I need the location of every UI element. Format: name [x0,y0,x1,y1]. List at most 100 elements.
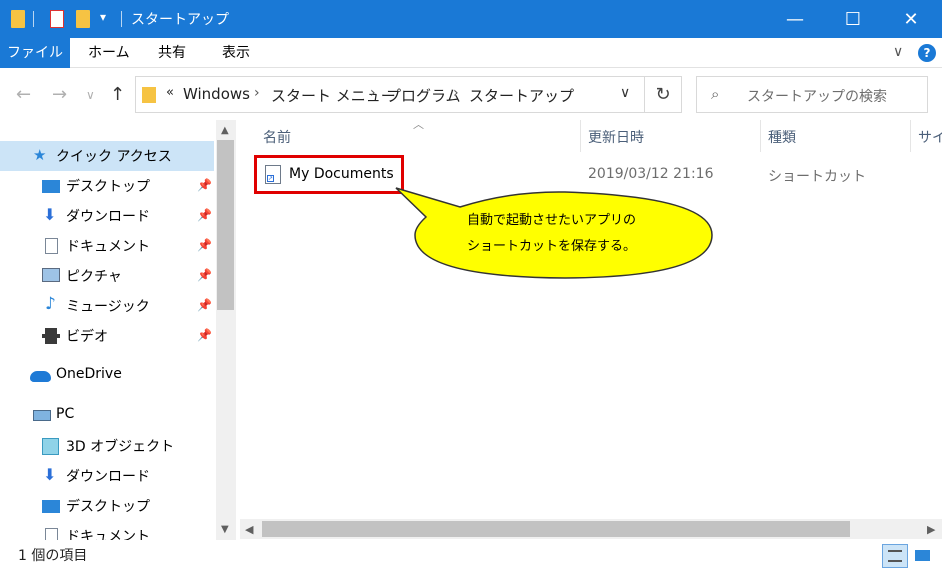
star-icon: ★ [33,146,47,164]
column-divider[interactable] [910,120,911,152]
nav-label: ドキュメント [66,239,150,255]
nav-label: デスクトップ [66,499,150,515]
pin-icon[interactable]: 📌 [197,178,212,192]
scroll-left-arrow[interactable]: ◀ [245,523,253,536]
qat-dropdown-icon[interactable]: ▾ [100,10,106,24]
breadcrumb-windows[interactable]: Windows [183,85,250,103]
desktop-icon [42,180,60,193]
download-icon: ⬇ [43,205,57,224]
nav-label: ダウンロード [66,209,150,225]
nav-label: デスクトップ [66,179,150,195]
pin-icon[interactable]: 📌 [197,328,212,342]
up-button[interactable]: ↑ [110,84,125,105]
folder-icon [11,10,25,28]
column-header-type[interactable]: 種類 [768,127,796,147]
back-button[interactable]: ← [16,84,31,105]
breadcrumb-separator[interactable]: › [254,85,260,101]
nav-label: OneDrive [56,366,122,382]
scroll-right-arrow[interactable]: ▶ [927,523,935,536]
nav-item-3d-objects[interactable]: 3D オブジェクト [0,431,214,461]
nav-label: ピクチャ [66,269,122,285]
column-header-modified[interactable]: 更新日時 [588,127,644,147]
file-type: ショートカット [768,169,866,185]
breadcrumb-start-menu[interactable]: スタート メニュー [271,85,396,106]
desktop-icon [42,500,60,513]
horizontal-scroll-thumb[interactable] [262,521,850,537]
document-icon [45,238,58,254]
callout-line-1: 自動で起動させたいアプリの [467,213,637,228]
3d-objects-icon [42,438,59,455]
computer-icon [33,410,51,421]
nav-item-music[interactable]: ♪ ミュージック 📌 [0,291,214,321]
ribbon-expand-icon[interactable]: ∨ [893,44,903,60]
breadcrumb-overflow[interactable]: « [166,85,174,100]
breadcrumb-separator[interactable]: › [370,85,376,101]
scroll-up-arrow[interactable]: ▲ [221,125,229,136]
column-header-name[interactable]: 名前 [263,127,291,147]
column-divider[interactable] [760,120,761,152]
nav-item-downloads[interactable]: ⬇ ダウンロード 📌 [0,201,214,231]
nav-label: ドキュメント [66,529,150,540]
search-placeholder: スタートアップの検索 [747,89,887,105]
nav-item-desktop-pc[interactable]: デスクトップ [0,491,214,521]
help-icon[interactable]: ? [918,44,936,62]
music-icon: ♪ [45,294,56,314]
item-count: 1 個の項目 [18,548,88,564]
nav-item-videos[interactable]: ビデオ 📌 [0,321,214,351]
tab-view[interactable]: 表示 [208,38,264,68]
search-icon: ⌕ [711,85,720,103]
nav-label: ミュージック [66,299,150,315]
breadcrumb-separator[interactable]: › [453,85,459,101]
nav-item-documents-pc[interactable]: ドキュメント [0,521,214,540]
new-folder-icon[interactable] [76,10,90,28]
tab-file[interactable]: ファイル [0,38,70,68]
nav-pc[interactable]: PC [0,401,214,431]
sort-up-icon: ︿ [413,118,424,131]
nav-scroll-thumb[interactable] [217,140,234,310]
pin-icon[interactable]: 📌 [197,208,212,222]
nav-item-documents[interactable]: ドキュメント 📌 [0,231,214,261]
refresh-button[interactable]: ↻ [645,76,682,113]
close-button[interactable]: ✕ [882,0,940,38]
large-icons-view-button[interactable] [910,544,936,568]
nav-label: PC [56,406,75,422]
scroll-down-arrow[interactable]: ▼ [221,524,229,535]
column-divider[interactable] [580,120,581,152]
ribbon: ファイル ホーム 共有 表示 ∨ [0,38,942,68]
tab-share[interactable]: 共有 [144,38,200,68]
navigation-pane: ★ クイック アクセス デスクトップ 📌 ⬇ ダウンロード 📌 ドキュメント 📌… [0,120,236,540]
recent-locations-button[interactable]: ∨ [86,88,95,102]
pin-icon[interactable]: 📌 [197,238,212,252]
nav-label: ビデオ [66,329,108,345]
maximize-button[interactable]: ☐ [824,0,882,38]
nav-item-desktop[interactable]: デスクトップ 📌 [0,171,214,201]
pin-icon[interactable]: 📌 [197,298,212,312]
breadcrumb-programs[interactable]: プログラム [386,85,461,106]
folder-icon [142,87,156,103]
status-bar: 1 個の項目 [0,540,942,570]
tab-home[interactable]: ホーム [74,38,144,68]
details-view-button[interactable] [882,544,908,568]
address-dropdown-icon[interactable]: ∨ [620,85,630,101]
forward-button[interactable]: → [52,84,67,105]
nav-item-pictures[interactable]: ピクチャ 📌 [0,261,214,291]
minimize-button[interactable]: — [766,0,824,38]
divider [33,11,34,27]
nav-label: クイック アクセス [56,149,172,165]
breadcrumb-startup[interactable]: スタートアップ [469,85,574,106]
nav-onedrive[interactable]: OneDrive [0,361,214,391]
cloud-icon [30,371,51,382]
nav-label: 3D オブジェクト [66,439,175,455]
callout-line-2: ショートカットを保存する。 [467,239,637,254]
divider [121,11,122,27]
nav-quick-access[interactable]: ★ クイック アクセス [0,141,214,171]
pin-icon[interactable]: 📌 [197,268,212,282]
window-title: スタートアップ [131,12,229,28]
download-icon: ⬇ [43,465,57,484]
column-header-size[interactable]: サイ [918,127,942,147]
search-input[interactable]: ⌕ スタートアップの検索 [696,76,928,113]
properties-icon[interactable] [50,10,64,28]
address-bar[interactable]: « Windows › スタート メニュー › プログラム › スタートアップ … [135,76,645,113]
video-icon [42,328,60,344]
nav-item-downloads-pc[interactable]: ⬇ ダウンロード [0,461,214,491]
